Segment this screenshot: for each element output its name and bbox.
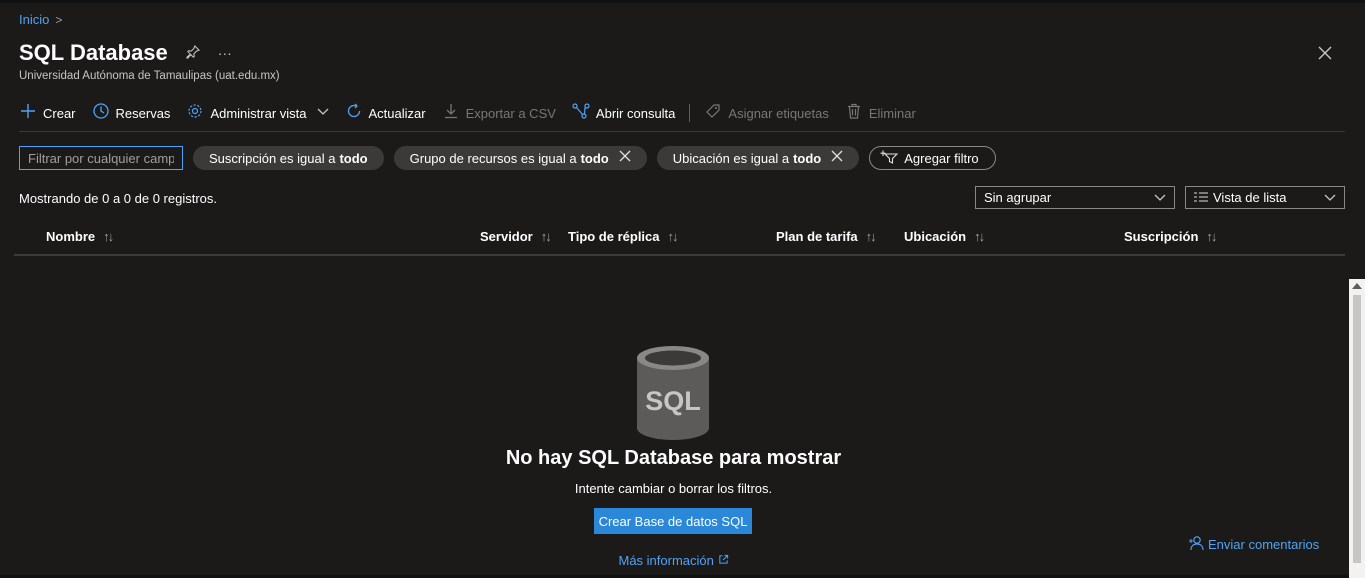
- reservations-label: Reservas: [115, 105, 171, 121]
- chevron-down-icon: [1324, 191, 1336, 205]
- sort-icon: ↑↓: [865, 229, 877, 244]
- column-header-label: Ubicación: [904, 229, 967, 244]
- empty-state-subtitle: Intente cambiar o borrar los filtros.: [574, 481, 773, 496]
- toolbar-divider-line: [19, 131, 1345, 132]
- subscription-filter-value: todo: [339, 150, 368, 166]
- assign-tags-label: Asignar etiquetas: [728, 105, 829, 121]
- location-filter-prefix: Ubicación es igual a: [672, 150, 790, 166]
- plus-icon: [19, 103, 37, 124]
- breadcrumb: Inicio >: [19, 12, 62, 27]
- open-query-button[interactable]: Abrir consulta: [572, 102, 676, 124]
- view-label-group: Vista de lista: [1194, 190, 1286, 205]
- command-bar: Crear Reservas Administrar vista Actuali…: [19, 100, 932, 126]
- refresh-button[interactable]: Actualizar: [345, 103, 426, 124]
- top-border: [0, 0, 1365, 3]
- chevron-down-icon: [1154, 191, 1166, 205]
- more-info-label: Más información: [618, 553, 714, 568]
- export-csv-label: Exportar a CSV: [465, 105, 556, 121]
- external-link-icon: [718, 553, 729, 568]
- column-header-label: Tipo de réplica: [568, 229, 660, 244]
- grouping-value: Sin agrupar: [984, 190, 1052, 205]
- reservations-button[interactable]: Reservas: [92, 102, 171, 124]
- scroll-up-arrow-icon[interactable]: [1352, 283, 1362, 289]
- column-header-label: Servidor: [480, 229, 533, 244]
- open-query-label: Abrir consulta: [595, 105, 676, 121]
- sort-icon: ↑↓: [667, 229, 679, 244]
- vertical-scrollbar[interactable]: [1349, 279, 1365, 578]
- toolbar-divider: [689, 104, 691, 122]
- view-dropdown[interactable]: Vista de lista: [1185, 186, 1345, 209]
- list-view-icon: [1194, 190, 1208, 205]
- create-label: Crear: [43, 105, 76, 121]
- column-header-label: Plan de tarifa: [776, 229, 858, 244]
- refresh-icon: [345, 103, 363, 124]
- grouping-dropdown[interactable]: Sin agrupar: [975, 186, 1175, 209]
- more-info-row: Más información: [0, 553, 1347, 568]
- scrollbar-thumb[interactable]: [1353, 295, 1361, 563]
- add-filter-icon: [880, 150, 899, 167]
- remove-filter-icon[interactable]: [831, 150, 843, 166]
- title-row: SQL Database ···: [19, 40, 232, 66]
- add-filter-button[interactable]: Agregar filtro: [869, 146, 996, 170]
- resource-group-filter-value: todo: [580, 150, 609, 166]
- column-header-pricing-tier[interactable]: Plan de tarifa ↑↓: [776, 229, 877, 244]
- sort-icon: ↑↓: [103, 229, 114, 244]
- column-header-name[interactable]: Nombre ↑↓: [46, 229, 114, 244]
- query-icon: [572, 102, 590, 124]
- delete-button[interactable]: Eliminar: [845, 103, 916, 124]
- subscription-filter-prefix: Suscripción es igual a: [209, 150, 336, 166]
- add-filter-label: Agregar filtro: [904, 150, 979, 166]
- resource-group-filter-prefix: Grupo de recursos es igual a: [409, 150, 577, 166]
- breadcrumb-home-link[interactable]: Inicio: [19, 12, 49, 27]
- trash-icon: [845, 103, 863, 124]
- manage-view-label: Administrar vista: [210, 105, 307, 121]
- send-feedback-label: Enviar comentarios: [1208, 537, 1320, 552]
- record-count: Mostrando de 0 a 0 de 0 registros.: [19, 191, 218, 206]
- download-icon: [442, 103, 460, 124]
- close-icon[interactable]: [1318, 42, 1332, 64]
- send-feedback-link[interactable]: Enviar comentarios: [1188, 535, 1319, 554]
- table-header-divider: [14, 254, 1345, 256]
- column-header-location[interactable]: Ubicación ↑↓: [904, 229, 985, 244]
- gear-icon: [186, 103, 204, 124]
- manage-view-button[interactable]: Administrar vista: [186, 103, 328, 124]
- refresh-label: Actualizar: [368, 105, 426, 121]
- chevron-down-icon: [317, 107, 329, 119]
- location-filter-value: todo: [793, 150, 822, 166]
- breadcrumb-chevron-icon: >: [55, 12, 63, 27]
- column-header-replica-type[interactable]: Tipo de réplica ↑↓: [568, 229, 679, 244]
- subscription-filter-pill[interactable]: Suscripción es igual a todo: [193, 146, 384, 170]
- sort-icon: ↑↓: [540, 229, 552, 244]
- clock-icon: [92, 102, 110, 124]
- filter-search-input[interactable]: [19, 146, 183, 170]
- column-header-server[interactable]: Servidor ↑↓: [480, 229, 552, 244]
- feedback-icon: [1188, 535, 1204, 554]
- column-header-subscription[interactable]: Suscripción ↑↓: [1124, 229, 1217, 244]
- location-filter-pill[interactable]: Ubicación es igual a todo: [656, 146, 860, 170]
- sort-icon: ↑↓: [974, 229, 985, 244]
- assign-tags-button[interactable]: Asignar etiquetas: [704, 103, 829, 124]
- tag-icon: [704, 103, 722, 124]
- create-sql-database-button[interactable]: Crear Base de datos SQL: [594, 508, 752, 534]
- column-header-label: Nombre: [46, 229, 96, 244]
- more-info-link[interactable]: Más información: [619, 553, 729, 568]
- delete-label: Eliminar: [868, 105, 916, 121]
- view-value: Vista de lista: [1213, 190, 1287, 205]
- page-title: SQL Database: [19, 40, 168, 65]
- sort-icon: ↑↓: [1206, 229, 1217, 244]
- sql-database-icon: SQL: [637, 346, 709, 440]
- create-button[interactable]: Crear: [19, 103, 76, 124]
- remove-filter-icon[interactable]: [619, 150, 631, 166]
- filter-bar: Suscripción es igual a todo Grupo de rec…: [19, 146, 996, 170]
- empty-state-title: No hay SQL Database para mostrar: [505, 447, 842, 469]
- export-csv-button[interactable]: Exportar a CSV: [442, 103, 556, 124]
- pin-icon[interactable]: [186, 44, 200, 62]
- column-header-label: Suscripción: [1124, 229, 1199, 244]
- resource-group-filter-pill[interactable]: Grupo de recursos es igual a todo: [393, 146, 647, 170]
- page-subtitle: Universidad Autónoma de Tamaulipas (uat.…: [19, 70, 280, 82]
- ellipsis-icon[interactable]: ···: [218, 45, 232, 61]
- sql-icon-label: SQL: [645, 386, 701, 416]
